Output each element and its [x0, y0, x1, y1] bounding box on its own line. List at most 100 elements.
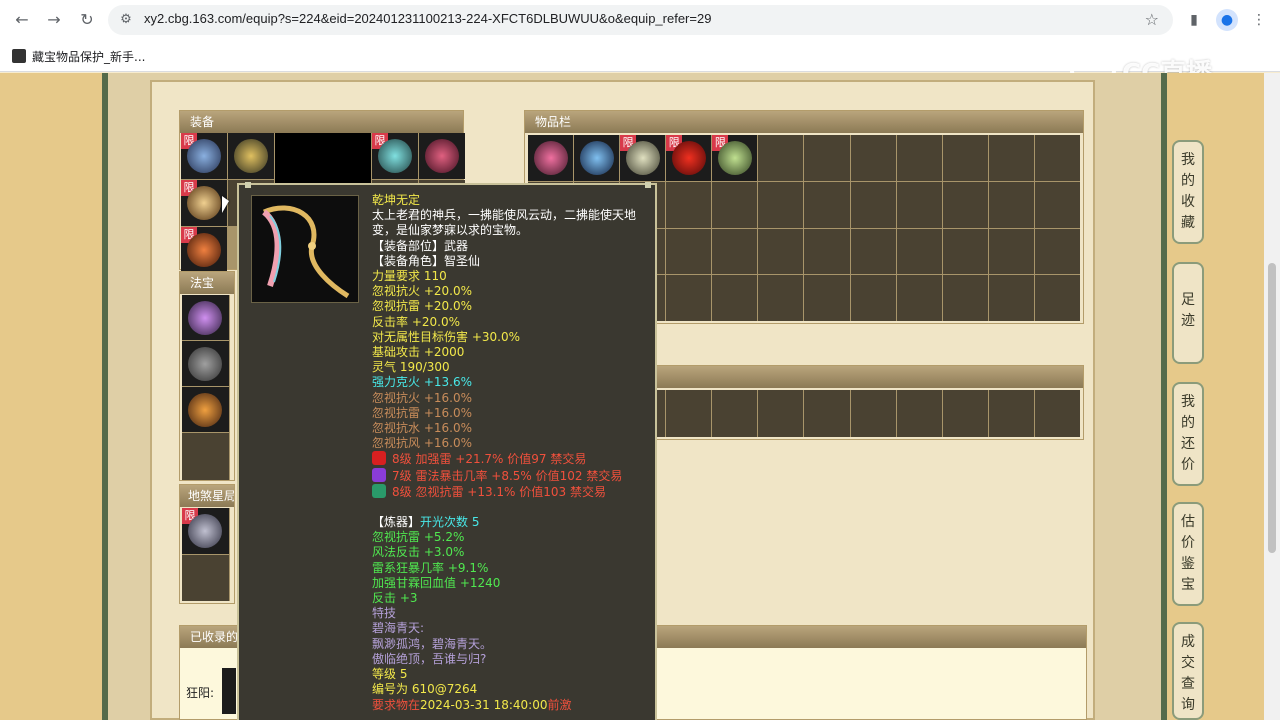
- fabao-slot-2[interactable]: [182, 341, 229, 386]
- inventory-slot[interactable]: [896, 275, 942, 321]
- inventory-slot[interactable]: [712, 275, 758, 321]
- treasure-icon: [188, 393, 222, 427]
- inventory-slot[interactable]: [758, 135, 804, 181]
- url-text[interactable]: xy2.cbg.163.com/equip?s=224&eid=20240123…: [144, 11, 711, 26]
- inventory-slot[interactable]: 限: [620, 135, 666, 181]
- inventory-slot[interactable]: [988, 390, 1034, 437]
- sidebar-tab-label: 我的还价: [1181, 394, 1195, 473]
- base-stat: 灵气 190/300: [372, 360, 450, 375]
- sidebar-tab-my-counteroffers[interactable]: 我的还价: [1172, 382, 1204, 486]
- inventory-slot[interactable]: [666, 181, 712, 228]
- inventory-slot[interactable]: [1034, 390, 1080, 437]
- inventory-slot[interactable]: [896, 228, 942, 275]
- sidebar-tab-favorites[interactable]: 我的收藏: [1172, 140, 1204, 244]
- equip-slot-4[interactable]: [419, 133, 465, 179]
- fabao-slot-3[interactable]: [182, 387, 229, 432]
- inventory-slot[interactable]: [804, 228, 850, 275]
- inventory-slot[interactable]: [896, 135, 942, 181]
- collected-item-label: 狂阳:: [186, 686, 215, 700]
- profile-avatar-icon[interactable]: ●: [1216, 9, 1238, 31]
- inventory-slot[interactable]: [804, 275, 850, 321]
- inventory-slot[interactable]: [666, 275, 712, 321]
- base-stat: 忽视抗火 +20.0%: [372, 284, 472, 299]
- inventory-slot[interactable]: [1034, 275, 1080, 321]
- equip-slot-1[interactable]: 限: [181, 133, 227, 179]
- inventory-slot[interactable]: [758, 181, 804, 228]
- tooltip-corner: [245, 182, 251, 188]
- forward-icon[interactable]: →: [42, 8, 66, 32]
- inventory-slot[interactable]: [850, 228, 896, 275]
- scrollbar-thumb[interactable]: [1268, 263, 1276, 553]
- back-icon[interactable]: ←: [10, 8, 34, 32]
- item-tooltip: 乾坤无定 太上老君的神兵，一拂能使风云动，二拂能使天地变，是仙家梦寐以求的宝物。…: [237, 182, 657, 720]
- inventory-slot[interactable]: [1034, 181, 1080, 228]
- inventory-slot[interactable]: [942, 390, 988, 437]
- fabao-slot-1[interactable]: [182, 295, 229, 340]
- inventory-slot[interactable]: [804, 135, 850, 181]
- inventory-slot[interactable]: [758, 228, 804, 275]
- site-info-icon[interactable]: ⚙: [118, 12, 134, 28]
- inventory-slot[interactable]: [712, 390, 758, 437]
- boots-icon: [718, 141, 753, 175]
- inventory-slot[interactable]: [988, 181, 1034, 228]
- inventory-slot[interactable]: [712, 228, 758, 275]
- inventory-slot[interactable]: [1034, 228, 1080, 275]
- bookmark-item[interactable]: 藏宝物品保护_新手...: [12, 47, 145, 65]
- skill-title: 特技: [372, 606, 397, 621]
- address-bar[interactable]: ⚙ xy2.cbg.163.com/equip?s=224&eid=202401…: [108, 5, 1173, 35]
- refine-label: 【炼器】: [372, 515, 421, 530]
- fabao-slot-4[interactable]: [182, 433, 229, 480]
- inventory-slot[interactable]: [666, 228, 712, 275]
- sidebar-tab-appraisal[interactable]: 估价鉴宝: [1172, 502, 1204, 606]
- inventory-slot[interactable]: [896, 390, 942, 437]
- inventory-slot[interactable]: [942, 275, 988, 321]
- inventory-slot[interactable]: [528, 135, 574, 181]
- collected-item-thumb[interactable]: [222, 668, 236, 714]
- item-level: 等级 5: [372, 667, 408, 682]
- inventory-slot[interactable]: [942, 135, 988, 181]
- dishaxing-slot-1[interactable]: 限: [182, 508, 229, 554]
- treasure-icon: [188, 301, 222, 335]
- reload-icon[interactable]: ↻: [75, 8, 99, 32]
- equip-slot-3[interactable]: 限: [372, 133, 418, 179]
- fabao-grid: [182, 295, 230, 480]
- base-stat: 反击率 +20.0%: [372, 314, 460, 329]
- dishaxing-slot-2[interactable]: [182, 555, 229, 601]
- inventory-slot[interactable]: [850, 275, 896, 321]
- inventory-slot[interactable]: [850, 390, 896, 437]
- inventory-slot[interactable]: [758, 390, 804, 437]
- inventory-slot[interactable]: [1034, 135, 1080, 181]
- sidebar-tab-transactions[interactable]: 成交查询: [1172, 622, 1204, 720]
- side-panel-icon[interactable]: ▮: [1183, 9, 1205, 31]
- tooltip-corner: [645, 182, 651, 188]
- inventory-slot[interactable]: [850, 181, 896, 228]
- weapon-icon: [580, 141, 615, 175]
- page-scrollbar[interactable]: [1264, 73, 1280, 720]
- sidebar-tab-label: 足迹: [1181, 292, 1195, 329]
- inventory-slot[interactable]: 限: [666, 135, 712, 181]
- inventory-slot[interactable]: 限: [712, 135, 758, 181]
- scythe-weapon-icon: [261, 205, 350, 299]
- inventory-slot[interactable]: [758, 275, 804, 321]
- equip-slot-5[interactable]: 限: [181, 180, 227, 226]
- inventory-slot[interactable]: [942, 181, 988, 228]
- inventory-slot[interactable]: [850, 135, 896, 181]
- bookmark-star-icon[interactable]: ☆: [1145, 10, 1159, 29]
- inventory-slot[interactable]: [988, 135, 1034, 181]
- sidebar-tab-footprints[interactable]: 足迹: [1172, 262, 1204, 364]
- inventory-slot[interactable]: [712, 181, 758, 228]
- inventory-slot[interactable]: [804, 390, 850, 437]
- necklace-icon: [534, 141, 568, 175]
- menu-icon[interactable]: ⋮: [1248, 9, 1270, 31]
- inventory-slot[interactable]: [666, 390, 712, 437]
- base-stat: 对无属性目标伤害 +30.0%: [372, 329, 520, 344]
- equip-slot-9[interactable]: 限: [181, 227, 227, 273]
- inventory-slot[interactable]: [988, 228, 1034, 275]
- equip-slot-2[interactable]: [228, 133, 274, 179]
- refine-stat: 反击 +3: [372, 591, 418, 606]
- inventory-slot[interactable]: [896, 181, 942, 228]
- inventory-slot[interactable]: [942, 228, 988, 275]
- inventory-slot[interactable]: [988, 275, 1034, 321]
- inventory-slot[interactable]: [574, 135, 620, 181]
- inventory-slot[interactable]: [804, 181, 850, 228]
